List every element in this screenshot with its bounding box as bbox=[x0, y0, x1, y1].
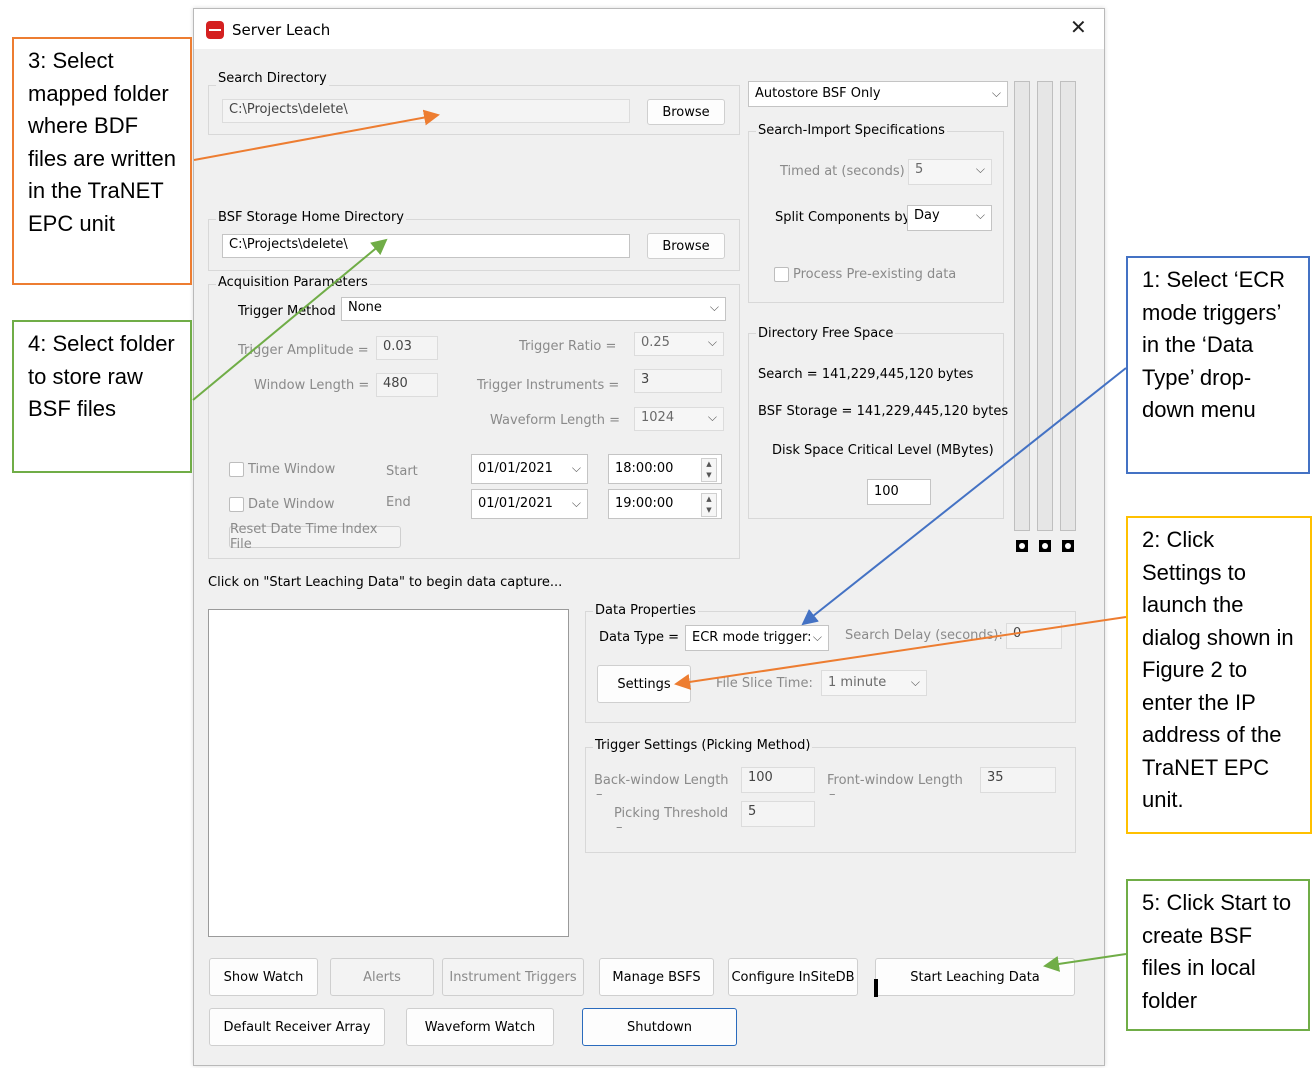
arrow-3 bbox=[193, 109, 440, 161]
arrow-4 bbox=[192, 238, 388, 401]
arrow-5 bbox=[1043, 953, 1127, 972]
arrow-2 bbox=[674, 616, 1127, 690]
annotation-arrows bbox=[192, 109, 1127, 972]
arrow-1 bbox=[801, 367, 1127, 626]
